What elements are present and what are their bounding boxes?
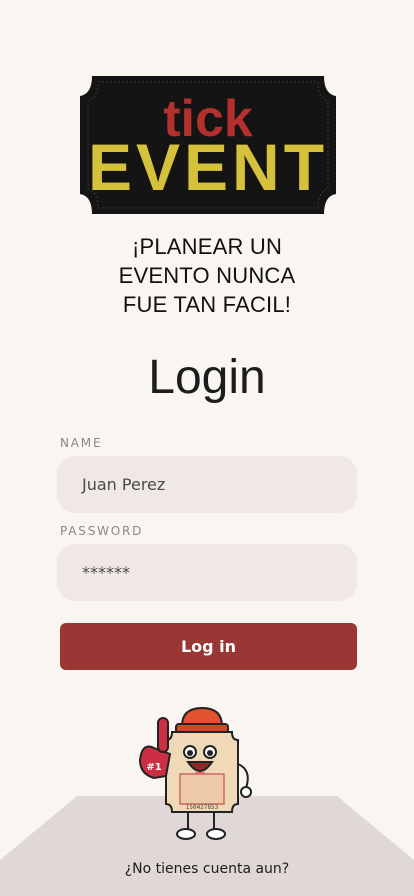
tagline-line-3: FUE TAN FACIL!	[122, 292, 292, 317]
name-label: NAME	[60, 436, 103, 450]
login-button[interactable]: Log in	[60, 623, 357, 670]
logo-event-text: EVENT	[88, 130, 328, 204]
name-value: Juan Perez	[82, 475, 166, 494]
password-value: ******	[82, 563, 130, 582]
name-field[interactable]: Juan Perez	[57, 456, 357, 513]
tagline: ¡PLANEAR UN EVENTO NUNCA FUE TAN FACIL!	[0, 232, 414, 319]
page-title: Login	[148, 351, 266, 404]
tagline-line-2: EVENTO NUNCA	[118, 263, 296, 288]
tickevent-logo: tick EVENT	[80, 76, 336, 214]
password-label: PASSWORD	[60, 524, 144, 538]
signup-link[interactable]: ¿No tienes cuenta aun?	[0, 861, 414, 877]
ticket-mascot-illustration: 150427853 #1	[138, 706, 252, 840]
tagline-line-1: ¡PLANEAR UN	[131, 234, 283, 259]
mascot-ticket-number: 150427853	[186, 804, 219, 811]
password-field[interactable]: ******	[57, 544, 357, 601]
mascot-badge: #1	[146, 762, 161, 773]
